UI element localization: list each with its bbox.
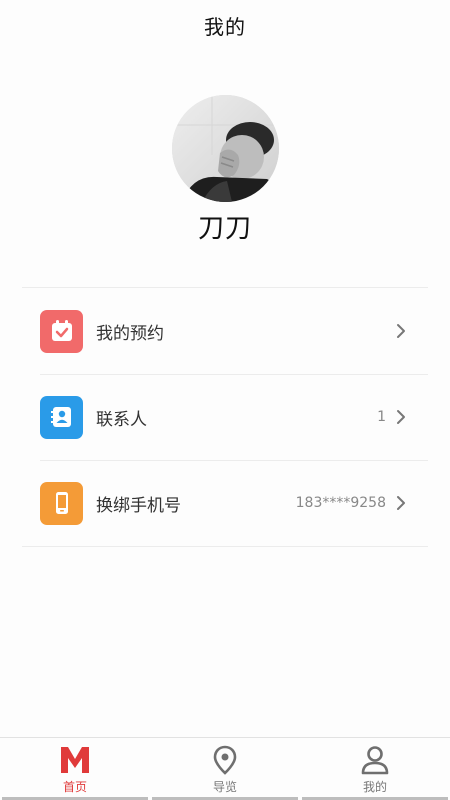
avatar-photo — [172, 95, 279, 202]
menu-item-value: 183****9258 — [295, 495, 386, 511]
menu-item-label: 换绑手机号 — [96, 495, 181, 516]
phone-icon — [40, 481, 83, 525]
menu-list: 我的预约 联系人 1 换绑手机号 183****9258 — [22, 287, 428, 547]
nav-tab-home[interactable]: 首页 — [0, 738, 150, 800]
chevron-right-icon — [396, 409, 406, 425]
menu-item-label: 联系人 — [96, 409, 147, 430]
home-m-logo-icon — [59, 744, 91, 776]
nav-tab-mine[interactable]: 我的 — [300, 738, 450, 800]
contact-card-icon — [40, 395, 83, 439]
menu-item-change-phone[interactable]: 换绑手机号 183****9258 — [22, 460, 428, 546]
person-icon — [359, 744, 391, 776]
avatar[interactable] — [172, 95, 279, 202]
menu-item-contacts[interactable]: 联系人 1 — [22, 374, 428, 460]
nav-label: 导览 — [212, 780, 237, 794]
menu-item-value: 1 — [377, 409, 386, 425]
header-bar: 我的 — [0, 0, 450, 50]
chevron-right-icon — [396, 323, 406, 339]
nav-tab-guide[interactable]: 导览 — [150, 738, 300, 800]
location-pin-icon — [209, 744, 241, 776]
calendar-check-icon — [40, 309, 83, 353]
menu-item-appointments[interactable]: 我的预约 — [22, 288, 428, 374]
nav-label: 首页 — [62, 780, 87, 794]
screen: 我的 刀刀 我的预约 联系人 1 换绑手机号 183****9258 首页 导览… — [0, 0, 450, 800]
chevron-right-icon — [396, 495, 406, 511]
menu-item-label: 我的预约 — [96, 323, 164, 344]
page-title: 我的 — [204, 14, 246, 39]
username: 刀刀 — [197, 214, 252, 244]
bottom-nav: 首页 导览 我的 — [0, 737, 450, 800]
nav-label: 我的 — [362, 780, 387, 794]
